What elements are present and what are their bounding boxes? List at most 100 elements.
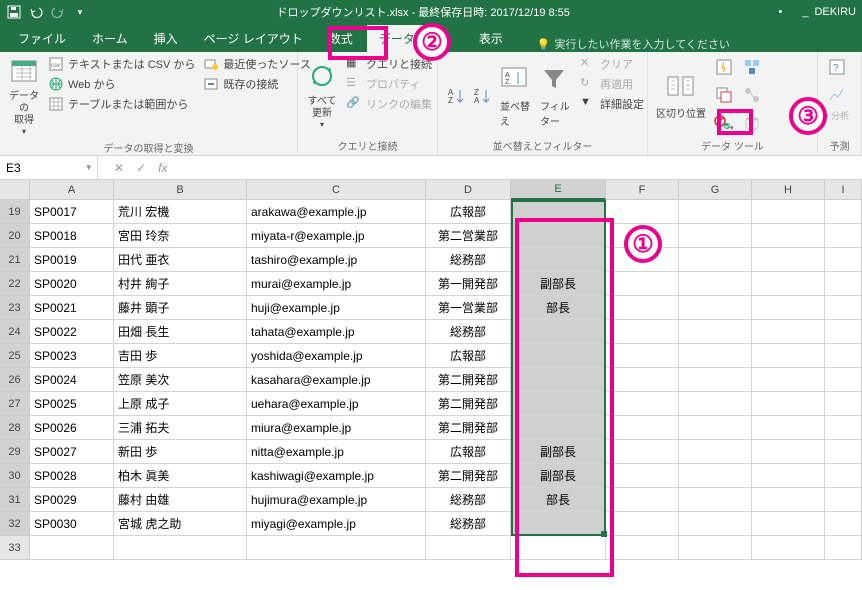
cell[interactable]: 藤村 由雄 bbox=[114, 488, 247, 512]
relationships-button[interactable] bbox=[740, 83, 764, 107]
name-box-dropdown-icon[interactable]: ▾ bbox=[86, 162, 91, 173]
save-icon[interactable] bbox=[6, 4, 22, 20]
cell[interactable]: SP0020 bbox=[30, 272, 114, 296]
cell[interactable]: 総務部 bbox=[426, 320, 511, 344]
cell[interactable]: 第二開発部 bbox=[426, 368, 511, 392]
sort-button[interactable]: AZ 並べ替え bbox=[498, 55, 534, 136]
cell[interactable]: SP0017 bbox=[30, 200, 114, 224]
cell[interactable]: 部長 bbox=[511, 488, 606, 512]
cell[interactable]: 吉田 歩 bbox=[114, 344, 247, 368]
cell[interactable]: 副部長 bbox=[511, 272, 606, 296]
cell[interactable]: 村井 絢子 bbox=[114, 272, 247, 296]
from-table-button[interactable]: テーブルまたは範囲から bbox=[46, 95, 197, 113]
row-header[interactable]: 32 bbox=[0, 512, 30, 536]
cell[interactable] bbox=[511, 248, 606, 272]
cell[interactable] bbox=[511, 224, 606, 248]
cell[interactable] bbox=[825, 440, 862, 464]
cell[interactable]: SP0019 bbox=[30, 248, 114, 272]
cell[interactable]: 広報部 bbox=[426, 440, 511, 464]
cell[interactable]: 第二開発部 bbox=[426, 464, 511, 488]
cell[interactable] bbox=[679, 512, 752, 536]
cell[interactable]: 新田 歩 bbox=[114, 440, 247, 464]
cell[interactable] bbox=[606, 320, 679, 344]
cell[interactable] bbox=[679, 488, 752, 512]
cell[interactable] bbox=[752, 392, 825, 416]
cell[interactable] bbox=[426, 536, 511, 560]
filter-button[interactable]: フィルター bbox=[538, 55, 574, 136]
cell[interactable] bbox=[752, 512, 825, 536]
cell[interactable]: SP0024 bbox=[30, 368, 114, 392]
cell[interactable]: 藤井 顕子 bbox=[114, 296, 247, 320]
sort-asc-button[interactable]: AZ bbox=[444, 84, 468, 108]
cell[interactable] bbox=[752, 464, 825, 488]
column-header-B[interactable]: B bbox=[114, 180, 247, 200]
cell[interactable]: arakawa@example.jp bbox=[247, 200, 426, 224]
cell[interactable] bbox=[679, 440, 752, 464]
cell[interactable] bbox=[606, 488, 679, 512]
cell[interactable]: miura@example.jp bbox=[247, 416, 426, 440]
what-if-button[interactable]: ? bbox=[825, 55, 849, 79]
row-header[interactable]: 24 bbox=[0, 320, 30, 344]
cell[interactable] bbox=[825, 416, 862, 440]
clear-filter-button[interactable]: ✕クリア bbox=[578, 55, 646, 73]
cell[interactable]: 田畑 長生 bbox=[114, 320, 247, 344]
cell[interactable] bbox=[825, 344, 862, 368]
from-web-button[interactable]: Web から bbox=[46, 75, 197, 93]
cell[interactable] bbox=[752, 224, 825, 248]
cell[interactable] bbox=[30, 536, 114, 560]
undo-icon[interactable] bbox=[28, 4, 44, 20]
column-header-A[interactable]: A bbox=[30, 180, 114, 200]
redo-icon[interactable] bbox=[50, 4, 66, 20]
tell-me-search[interactable]: 💡 実行したい作業を入力してください bbox=[537, 36, 730, 52]
cell[interactable] bbox=[606, 296, 679, 320]
row-header[interactable]: 31 bbox=[0, 488, 30, 512]
cell[interactable] bbox=[825, 536, 862, 560]
cell[interactable] bbox=[606, 416, 679, 440]
cell[interactable] bbox=[679, 296, 752, 320]
cell[interactable]: 広報部 bbox=[426, 344, 511, 368]
cell[interactable] bbox=[825, 272, 862, 296]
cell[interactable] bbox=[511, 200, 606, 224]
tab-formulas[interactable]: 数式 bbox=[317, 25, 365, 52]
tab-view[interactable]: 表示 bbox=[467, 25, 515, 52]
cell[interactable]: SP0023 bbox=[30, 344, 114, 368]
cell[interactable]: yoshida@example.jp bbox=[247, 344, 426, 368]
row-header[interactable]: 29 bbox=[0, 440, 30, 464]
refresh-all-button[interactable]: すべて 更新 ▾ bbox=[304, 55, 340, 136]
cell[interactable]: 宮城 虎之助 bbox=[114, 512, 247, 536]
row-header[interactable]: 33 bbox=[0, 536, 30, 560]
worksheet-grid[interactable]: 192021222324252627282930313233 ABCDEFGHI… bbox=[0, 180, 862, 560]
cancel-icon[interactable]: ✕ bbox=[114, 161, 124, 175]
flash-fill-button[interactable] bbox=[712, 55, 736, 79]
cell[interactable]: 総務部 bbox=[426, 488, 511, 512]
text-to-columns-button[interactable]: 区切り位置 bbox=[654, 55, 708, 136]
cell[interactable] bbox=[679, 272, 752, 296]
cell[interactable] bbox=[825, 488, 862, 512]
cell[interactable] bbox=[752, 296, 825, 320]
cell[interactable]: 第二開発部 bbox=[426, 416, 511, 440]
cell[interactable] bbox=[752, 416, 825, 440]
cell[interactable] bbox=[825, 224, 862, 248]
cell[interactable]: 第二開発部 bbox=[426, 392, 511, 416]
cell[interactable] bbox=[825, 512, 862, 536]
cell[interactable] bbox=[752, 368, 825, 392]
cell[interactable] bbox=[752, 488, 825, 512]
cell[interactable] bbox=[679, 536, 752, 560]
cell[interactable]: tashiro@example.jp bbox=[247, 248, 426, 272]
cell[interactable]: uehara@example.jp bbox=[247, 392, 426, 416]
cell[interactable] bbox=[606, 464, 679, 488]
cell[interactable] bbox=[606, 200, 679, 224]
cell[interactable] bbox=[825, 464, 862, 488]
user-name[interactable]: DEKIRU bbox=[814, 6, 856, 18]
column-header-I[interactable]: I bbox=[825, 180, 862, 200]
row-header[interactable]: 30 bbox=[0, 464, 30, 488]
cell[interactable] bbox=[511, 368, 606, 392]
cell[interactable] bbox=[825, 296, 862, 320]
cell[interactable]: SP0022 bbox=[30, 320, 114, 344]
cell[interactable]: 副部長 bbox=[511, 440, 606, 464]
existing-connections-button[interactable]: 既存の接続 bbox=[201, 75, 312, 93]
cell[interactable] bbox=[679, 464, 752, 488]
cell[interactable]: kashiwagi@example.jp bbox=[247, 464, 426, 488]
cell[interactable] bbox=[752, 248, 825, 272]
cell[interactable]: 荒川 宏機 bbox=[114, 200, 247, 224]
